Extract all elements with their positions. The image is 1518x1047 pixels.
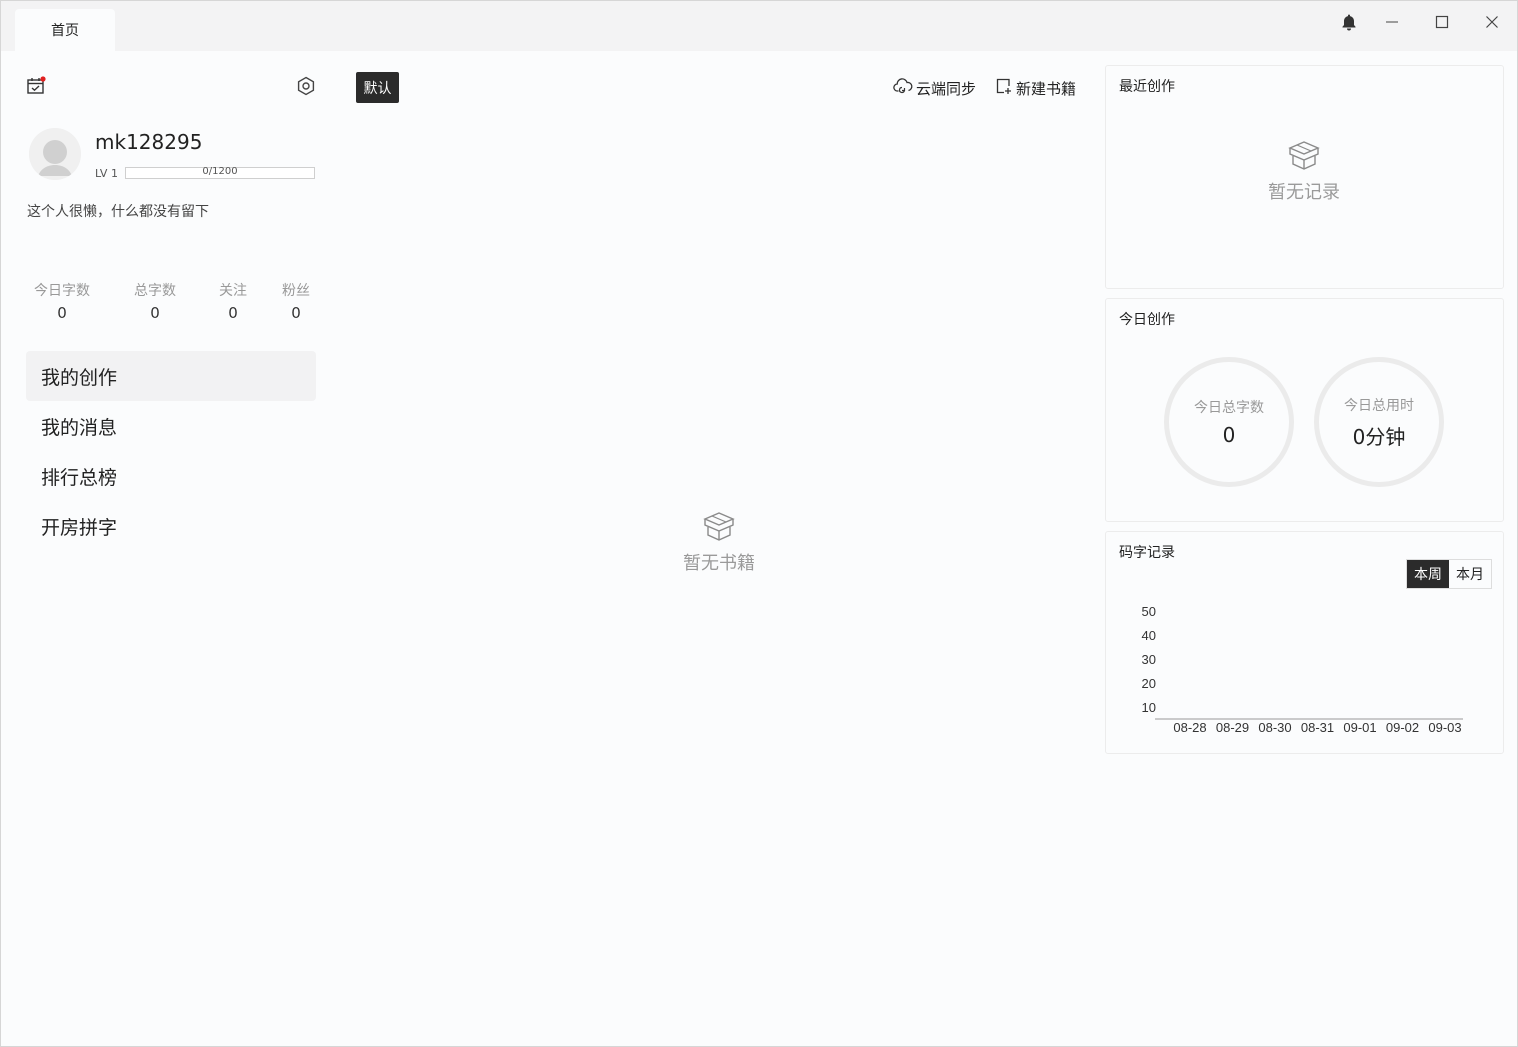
new-book-icon (995, 77, 1013, 99)
nav-my-works[interactable]: 我的创作 (26, 351, 316, 401)
cloud-sync-button[interactable]: 云端同步 (893, 77, 976, 99)
period-toggle: 本周 本月 (1406, 559, 1492, 589)
new-book-button[interactable]: 新建书籍 (995, 77, 1076, 99)
empty-box-icon (701, 511, 737, 547)
x-tick-label: 09-03 (1428, 720, 1461, 735)
today-time-ring: 今日总用时 0分钟 (1314, 357, 1444, 487)
settings-icon[interactable] (295, 75, 317, 97)
exp-progress-text: 0/1200 (202, 166, 238, 177)
close-icon[interactable] (1479, 9, 1505, 35)
tab-home[interactable]: 首页 (15, 9, 115, 51)
stat-value: 0 (228, 304, 238, 322)
stat-label: 总字数 (134, 283, 176, 299)
x-tick-label: 09-02 (1386, 720, 1419, 735)
y-tick-label: 40 (1142, 628, 1156, 643)
stat-value: 0 (150, 304, 160, 322)
y-tick-label: 20 (1142, 676, 1156, 691)
exp-progress-bar: 0/1200 (125, 166, 315, 179)
recent-empty-state: 暂无记录 (1254, 140, 1354, 204)
cloud-sync-icon (893, 77, 913, 99)
y-tick-label: 10 (1142, 700, 1156, 715)
nav-ranking[interactable]: 排行总榜 (26, 451, 316, 501)
cloud-sync-label: 云端同步 (916, 79, 977, 98)
avatar[interactable] (29, 128, 81, 180)
stat-value: 0 (291, 304, 301, 322)
today-works-card: 今日创作 今日总字数 0 今日总用时 0分钟 (1105, 298, 1504, 522)
empty-box-icon (1286, 140, 1322, 176)
tab-this-week[interactable]: 本周 (1407, 560, 1449, 588)
user-bio: 这个人很懒，什么都没有留下 (27, 204, 209, 220)
x-tick-label: 09-01 (1343, 720, 1376, 735)
y-tick-label: 30 (1142, 652, 1156, 667)
stat-label: 今日字数 (34, 283, 90, 299)
today-works-title: 今日创作 (1119, 312, 1175, 328)
today-words-ring: 今日总字数 0 (1164, 357, 1294, 487)
books-empty-text: 暂无书籍 (683, 553, 755, 574)
typing-chart: 50 40 30 20 10 08-28 08-29 08-30 08-31 09-01 09-02… (1142, 604, 1463, 735)
y-tick-label: 50 (1142, 604, 1156, 619)
title-bar: 首页 (1, 1, 1517, 51)
x-tick-label: 08-29 (1216, 720, 1249, 735)
new-book-label: 新建书籍 (1016, 79, 1077, 98)
stat-following[interactable]: 关注 0 (211, 280, 255, 322)
today-words-label: 今日总字数 (1194, 400, 1264, 416)
recent-empty-text: 暂无记录 (1268, 182, 1340, 203)
stat-label: 粉丝 (282, 283, 310, 299)
stat-label: 关注 (219, 283, 247, 299)
stat-total-words: 总字数 0 (125, 280, 185, 322)
x-tick-label: 08-31 (1301, 720, 1334, 735)
today-time-value: 0分钟 (1352, 424, 1406, 449)
bell-icon[interactable] (1336, 9, 1362, 35)
calendar-check-icon[interactable] (25, 75, 47, 97)
stat-value: 0 (57, 304, 67, 322)
nav-my-messages[interactable]: 我的消息 (26, 401, 316, 451)
recent-works-title: 最近创作 (1119, 79, 1175, 95)
level-label: LV 1 (95, 167, 118, 180)
stat-today-words: 今日字数 0 (29, 280, 95, 322)
today-time-label: 今日总用时 (1344, 397, 1414, 414)
x-tick-label: 08-30 (1258, 720, 1291, 735)
typing-record-title: 码字记录 (1119, 545, 1175, 561)
tab-this-month[interactable]: 本月 (1449, 560, 1491, 588)
default-shelf-button[interactable]: 默认 (356, 72, 399, 103)
minimize-icon[interactable] (1379, 9, 1405, 35)
x-tick-label: 08-28 (1173, 720, 1206, 735)
username: mk128295 (95, 130, 203, 154)
nav-room-typing[interactable]: 开房拼字 (26, 501, 316, 551)
stat-followers[interactable]: 粉丝 0 (274, 280, 318, 322)
maximize-icon[interactable] (1429, 9, 1455, 35)
recent-works-card: 最近创作 暂无记录 (1105, 65, 1504, 289)
today-words-value: 0 (1222, 423, 1236, 447)
books-empty-state: 暂无书籍 (669, 511, 769, 575)
